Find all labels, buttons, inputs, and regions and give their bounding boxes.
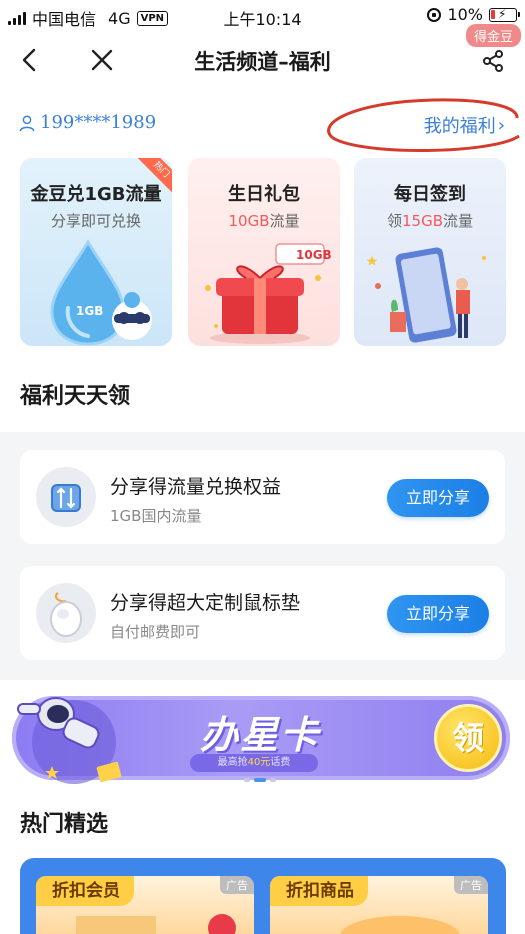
membership-illustration: [76, 914, 236, 934]
page-title: 生活频道–福利: [194, 50, 331, 74]
list-item-title: 分享得流量兑换权益: [110, 476, 282, 498]
banner-title: 办星卡: [200, 713, 321, 757]
card-birthday-gift[interactable]: 生日礼包 10GB流量 10GB: [188, 158, 340, 346]
featured-panel: 折扣会员 广告 折扣商品 广告: [20, 858, 506, 934]
carousel-dot-active: [254, 778, 266, 782]
featured-tag: 折扣会员: [36, 876, 134, 906]
red-annotation-circle: [327, 98, 520, 153]
battery-percent: 10%: [447, 5, 483, 24]
section-title-daily: 福利天天领: [20, 384, 131, 409]
phone-number: 199****1989: [40, 112, 157, 133]
share-now-button[interactable]: 立即分享: [387, 479, 489, 517]
ad-badge: 广告: [454, 876, 488, 894]
list-item-title: 分享得超大定制鼠标垫: [110, 592, 301, 614]
card-title: 金豆兑1GB流量: [30, 184, 162, 205]
user-phone: 199****1989: [18, 112, 156, 133]
task-list: 分享得流量兑换权益 1GB国内流量 立即分享 分享得超大定制鼠标垫 自付邮费即可…: [0, 432, 525, 680]
card-subtitle: 10GB流量: [188, 210, 340, 231]
card-daily-signin[interactable]: 每日签到 领15GB流量: [354, 158, 506, 346]
banner-sub-suffix: 话费: [270, 757, 291, 768]
share-now-button[interactable]: 立即分享: [387, 595, 489, 633]
user-icon: [19, 115, 35, 131]
data-transfer-icon: [36, 467, 96, 527]
card-jindou-traffic[interactable]: 热门 金豆兑1GB流量 分享即可兑换 1GB: [20, 158, 172, 346]
gift-tag-label: 10GB: [296, 248, 332, 262]
battery-icon: ⚡: [489, 7, 520, 22]
drop-label: 1GB: [76, 304, 104, 318]
phone-signin-illustration: [366, 247, 486, 343]
carousel-dot: [270, 778, 276, 782]
card-sub-rest: 流量: [443, 212, 474, 230]
astronaut-illustration: [17, 697, 122, 784]
carousel-dot: [244, 778, 250, 782]
orientation-lock-icon: [427, 7, 442, 22]
featured-tag: 折扣商品: [270, 876, 368, 906]
card-title: 生日礼包: [228, 184, 300, 205]
mouse-icon: [36, 583, 96, 643]
jindou-badge[interactable]: 得金豆: [465, 24, 521, 47]
card-subtitle: 领15GB流量: [354, 210, 506, 231]
list-item-subtitle: 1GB国内流量: [110, 507, 202, 525]
status-right: 10% ⚡: [427, 5, 520, 24]
star-card-banner[interactable]: 办星卡 最高抢40元话费 领: [12, 690, 510, 786]
card-title: 每日签到: [394, 184, 466, 205]
share-icon[interactable]: [481, 49, 505, 73]
list-item: 分享得流量兑换权益 1GB国内流量 立即分享: [20, 450, 505, 544]
card-subtitle: 分享即可兑换: [50, 212, 141, 230]
welfare-cards: 热门 金豆兑1GB流量 分享即可兑换 1GB 生日礼包 10GB流量 10GB: [20, 158, 510, 348]
card-sub-highlight: 15GB: [401, 212, 443, 230]
card-sub-rest: 流量: [269, 212, 300, 230]
banner-sub-amount: 40元: [247, 757, 271, 768]
water-drop-mascot-illustration: [50, 239, 152, 346]
featured-card-products[interactable]: 折扣商品 广告: [270, 876, 488, 934]
card-sub-highlight: 10GB: [228, 212, 270, 230]
claim-button[interactable]: 领: [434, 704, 502, 772]
nav-bar: 生活频道–福利 得金豆: [0, 24, 525, 88]
list-item-subtitle: 自付邮费即可: [110, 623, 201, 641]
section-title-hot: 热门精选: [20, 812, 109, 837]
status-bar: 中国电信 4G VPN 上午10:14 10% ⚡: [0, 0, 525, 32]
list-item: 分享得超大定制鼠标垫 自付邮费即可 立即分享: [20, 566, 505, 660]
featured-card-membership[interactable]: 折扣会员 广告: [36, 876, 254, 934]
card-sub-prefix: 领: [386, 212, 402, 230]
banner-subtitle: 最高抢40元话费: [190, 754, 318, 772]
ad-badge: 广告: [220, 876, 254, 894]
banner-sub-prefix: 最高抢: [217, 757, 248, 768]
carousel-indicator: [244, 778, 276, 782]
products-illustration: [340, 916, 460, 934]
